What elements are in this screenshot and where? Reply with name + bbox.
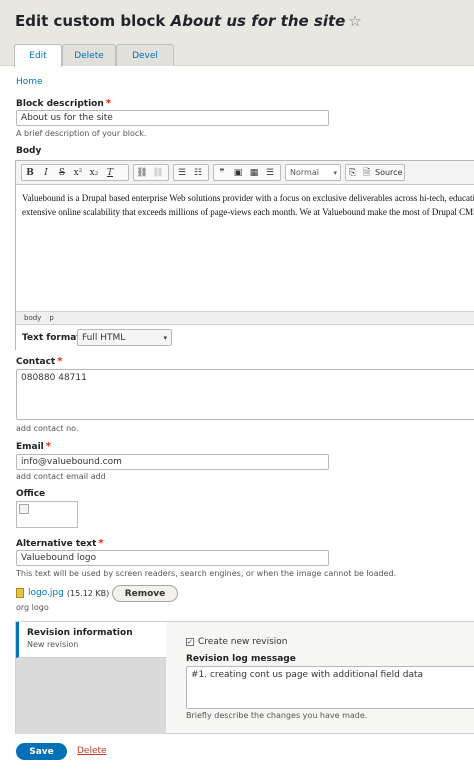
file-image-icon: [16, 588, 24, 598]
block-description-label: Block description *: [16, 98, 111, 109]
toolbar-group-formatting: B I S x² x₂ T: [21, 164, 129, 181]
alt-text-input[interactable]: Valuebound logo: [16, 550, 329, 566]
numbered-list-icon[interactable]: ☷: [190, 165, 206, 180]
file-link[interactable]: logo.jpg: [28, 588, 64, 598]
text-format-row: Text format Full HTML ▾: [16, 324, 474, 350]
revision-log-textarea[interactable]: #1. creating cont us page with additiona…: [186, 666, 474, 709]
source-button[interactable]: Source: [375, 168, 402, 177]
broken-image-icon: [19, 504, 29, 514]
file-widget: logo.jpg (15.12 KB): [16, 588, 109, 598]
editor-content-line: Valuebound is a Drupal based enterprise …: [22, 193, 474, 203]
revision-panel: Revision information New revision ✓ Crea…: [15, 621, 474, 734]
paste-icon[interactable]: ⎘: [349, 168, 363, 178]
block-description-help: A brief description of your block.: [16, 129, 147, 138]
text-format-value: Full HTML: [82, 332, 126, 343]
alt-text-help: This text will be used by screen readers…: [16, 569, 397, 578]
table-icon[interactable]: ▦: [246, 165, 262, 180]
block-description-label-text: Block description: [16, 99, 104, 109]
remove-format-icon[interactable]: T: [102, 165, 118, 180]
create-revision-checkbox[interactable]: ✓: [186, 638, 194, 646]
body-editor: B I S x² x₂ T ⛓ ⛓ ☰ ☷ ❞ ▣ ▦ ☰ Normal ▾ ⎘…: [15, 160, 474, 350]
create-revision-row: ✓ Create new revision: [186, 637, 288, 647]
office-image-preview: [16, 501, 78, 528]
alt-text-label-text: Alternative text: [16, 539, 97, 549]
required-marker: *: [98, 538, 104, 549]
email-help: add contact email add: [16, 472, 106, 481]
italic-icon[interactable]: I: [38, 165, 54, 180]
star-icon[interactable]: ☆: [348, 12, 361, 30]
file-size: (15.12 KB): [66, 588, 110, 598]
bulleted-list-icon[interactable]: ☰: [174, 165, 190, 180]
toolbar-group-lists: ☰ ☷: [173, 164, 209, 181]
page-header: Edit custom block About us for the site ☆…: [0, 0, 474, 67]
editor-content-area[interactable]: Valuebound is a Drupal based enterprise …: [22, 191, 474, 219]
horizontal-line-icon[interactable]: ☰: [262, 165, 278, 180]
blockquote-icon[interactable]: ❞: [214, 165, 230, 180]
email-label-text: Email: [16, 442, 44, 452]
required-marker: *: [57, 356, 63, 367]
toolbar-group-blocks: ❞ ▣ ▦ ☰: [213, 164, 281, 181]
superscript-icon[interactable]: x²: [70, 165, 86, 180]
page-title-prefix: Edit custom block: [15, 12, 166, 30]
revision-information-tab[interactable]: Revision information New revision: [16, 622, 166, 658]
revision-log-help: Briefly describe the changes you have ma…: [186, 711, 368, 720]
office-label: Office: [16, 489, 46, 499]
alt-text-label: Alternative text *: [16, 538, 104, 549]
revision-title: Revision information: [27, 628, 133, 638]
tab-edit[interactable]: Edit: [14, 44, 62, 67]
body-label: Body: [16, 146, 42, 156]
toolbar-group-source: ⎘ 🗎 Source: [345, 164, 405, 181]
contact-label: Contact *: [16, 356, 62, 367]
image-icon[interactable]: ▣: [230, 165, 246, 180]
remove-button[interactable]: Remove: [112, 585, 178, 602]
email-label: Email *: [16, 441, 51, 452]
breadcrumb-home-link[interactable]: Home: [16, 77, 43, 87]
bold-icon[interactable]: B: [22, 165, 38, 180]
toolbar-group-links: ⛓ ⛓: [133, 164, 169, 181]
create-revision-label: Create new revision: [198, 637, 288, 647]
contact-textarea[interactable]: 080880 48711: [16, 369, 474, 420]
source-icon[interactable]: 🗎: [363, 165, 375, 181]
strikethrough-icon[interactable]: S: [54, 165, 70, 180]
required-marker: *: [105, 98, 111, 109]
unlink-icon[interactable]: ⛓: [150, 165, 166, 180]
block-description-input[interactable]: About us for the site: [16, 110, 329, 126]
chevron-down-icon: ▾: [163, 333, 167, 342]
text-format-select[interactable]: Full HTML ▾: [77, 329, 172, 346]
format-dropdown[interactable]: Normal ▾: [285, 164, 341, 181]
tab-devel[interactable]: Devel: [116, 44, 174, 66]
editor-content-line: extensive online scalability that exceed…: [22, 207, 474, 217]
element-path-bar: body p: [16, 311, 474, 324]
page-title: Edit custom block About us for the site ☆: [15, 12, 362, 30]
email-field[interactable]: info@valuebound.com: [16, 454, 329, 470]
editor-toolbar: B I S x² x₂ T ⛓ ⛓ ☰ ☷ ❞ ▣ ▦ ☰ Normal ▾ ⎘…: [16, 161, 474, 185]
text-format-label: Text format: [22, 333, 81, 343]
file-caption: org logo: [16, 603, 49, 612]
chevron-down-icon: ▾: [333, 168, 337, 177]
contact-label-text: Contact: [16, 357, 56, 367]
link-icon[interactable]: ⛓: [134, 165, 150, 180]
revision-subtitle: New revision: [27, 640, 79, 649]
path-item-p[interactable]: p: [49, 314, 53, 322]
revision-log-label: Revision log message: [186, 654, 296, 664]
page-title-entity: About us for the site: [170, 12, 346, 30]
subscript-icon[interactable]: x₂: [86, 165, 102, 180]
delete-link[interactable]: Delete: [77, 746, 107, 756]
format-dropdown-label: Normal: [290, 168, 319, 177]
tab-delete[interactable]: Delete: [62, 44, 116, 66]
required-marker: *: [45, 441, 52, 452]
save-button[interactable]: Save: [16, 743, 67, 760]
contact-help: add contact no.: [16, 424, 79, 433]
path-item-body[interactable]: body: [24, 314, 41, 322]
primary-tabs: Edit Delete Devel: [14, 44, 174, 67]
